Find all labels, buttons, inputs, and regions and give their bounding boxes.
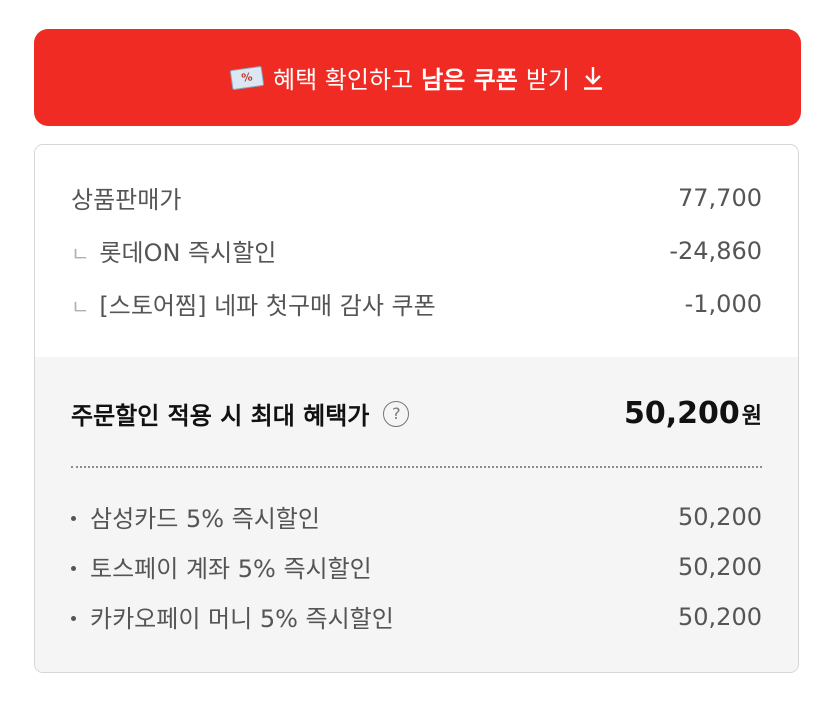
price-row-sale-price: 상품판매가 77,700 (71, 180, 762, 215)
get-remaining-coupons-button[interactable]: % 혜택 확인하고 남은 쿠폰 받기 (34, 29, 801, 126)
price-row-value: 77,700 (678, 183, 762, 212)
coupon-button-tail-text: 받기 (525, 66, 570, 94)
price-row-lotteon-discount: ㄴ 롯데ON 즉시할인 -24,860 (71, 233, 762, 268)
download-arrow-icon (582, 65, 604, 91)
price-section: 상품판매가 77,700 ㄴ 롯데ON 즉시할인 -24,860 ㄴ [스토어찜] … (35, 145, 798, 357)
price-row-value: -1,000 (684, 289, 762, 318)
card-discount-value: 50,200 (678, 502, 762, 531)
bullet-icon (71, 615, 76, 621)
price-row-value: -24,860 (669, 236, 762, 265)
dotted-divider (71, 466, 762, 468)
sub-item-mark: ㄴ (71, 242, 90, 266)
card-discount-label: 카카오페이 머니 5% 즉시할인 (90, 605, 394, 633)
coupon-button-text: 혜택 확인하고 (273, 66, 414, 94)
help-icon[interactable]: ? (383, 400, 410, 427)
price-row-store-coupon: ㄴ [스토어찜] 네파 첫구매 감사 쿠폰 -1,000 (71, 286, 762, 321)
card-discount-label: 토스페이 계좌 5% 즉시할인 (90, 555, 372, 583)
coupon-ticket-icon: % (229, 65, 265, 90)
price-breakdown-card: 상품판매가 77,700 ㄴ 롯데ON 즉시할인 -24,860 ㄴ [스토어찜] … (34, 144, 799, 673)
bullet-icon (71, 515, 76, 521)
price-row-label: 롯데ON 즉시할인 (99, 239, 277, 267)
currency-unit: 원 (741, 404, 762, 429)
sub-item-mark: ㄴ (71, 295, 90, 319)
card-discount-row: 삼성카드 5% 즉시할인 50,200 (71, 499, 762, 534)
max-benefit-value: 50,200원 (623, 396, 762, 431)
card-discount-row: 카카오페이 머니 5% 즉시할인 50,200 (71, 599, 762, 634)
price-row-label: [스토어찜] 네파 첫구매 감사 쿠폰 (99, 292, 436, 320)
max-benefit-row: 주문할인 적용 시 최대 혜택가 ? 50,200원 (71, 396, 762, 431)
max-benefit-label: 주문할인 적용 시 최대 혜택가 (71, 402, 370, 430)
card-discount-label: 삼성카드 5% 즉시할인 (90, 505, 320, 533)
bullet-icon (71, 565, 76, 571)
card-discount-value: 50,200 (678, 602, 762, 631)
card-discount-row: 토스페이 계좌 5% 즉시할인 50,200 (71, 549, 762, 584)
card-discount-value: 50,200 (678, 552, 762, 581)
coupon-button-bold-text: 남은 쿠폰 (421, 66, 518, 94)
price-row-label: 상품판매가 (71, 186, 182, 214)
